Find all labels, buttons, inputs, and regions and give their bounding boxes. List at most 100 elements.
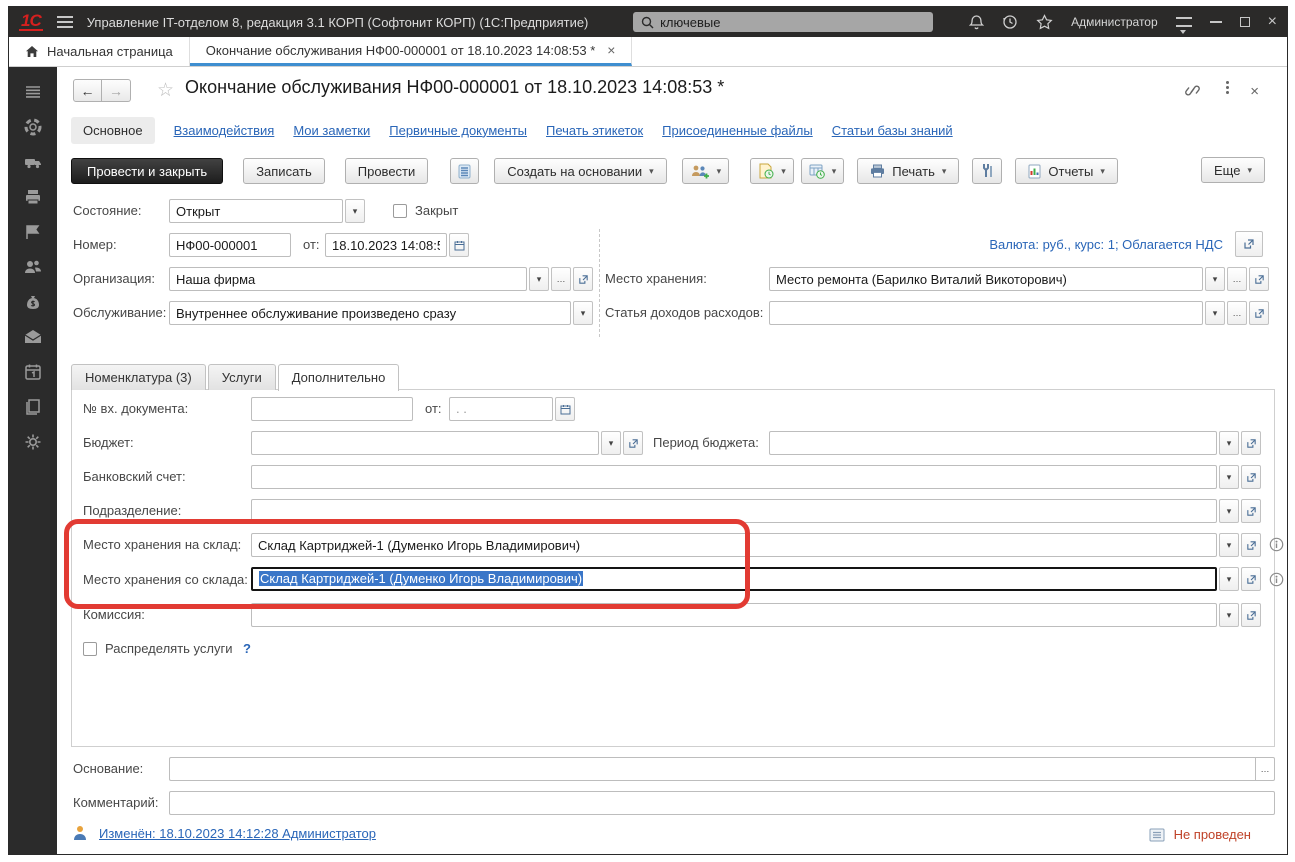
number-input[interactable] bbox=[169, 233, 291, 257]
form-close-icon[interactable]: × bbox=[1250, 83, 1259, 100]
incoming-doc-input[interactable] bbox=[251, 397, 413, 421]
budget-dropdown-button[interactable]: ▾ bbox=[601, 431, 621, 455]
nav-my-notes[interactable]: Мои заметки bbox=[293, 123, 370, 138]
commission-input[interactable] bbox=[251, 603, 1217, 627]
comment-input[interactable] bbox=[169, 791, 1275, 815]
currency-open-button[interactable] bbox=[1235, 231, 1263, 257]
favorites-star-icon[interactable] bbox=[1036, 14, 1053, 30]
forward-button[interactable]: → bbox=[102, 79, 131, 102]
nav-attached-files[interactable]: Присоединенные файлы bbox=[662, 123, 813, 138]
sidebar-item-mail[interactable] bbox=[22, 326, 44, 348]
basis-choose-button[interactable]: … bbox=[1255, 757, 1275, 781]
storage-input[interactable] bbox=[769, 267, 1203, 291]
history-icon[interactable] bbox=[1002, 14, 1018, 30]
more-button[interactable]: Еще ▾ bbox=[1201, 157, 1265, 183]
modified-link[interactable]: Изменён: 18.10.2023 14:12:28 Администрат… bbox=[99, 826, 376, 841]
sidebar-item-helpdesk[interactable] bbox=[22, 116, 44, 138]
window-minimize-button[interactable] bbox=[1210, 21, 1222, 23]
bank-account-open-button[interactable] bbox=[1241, 465, 1261, 489]
sidebar-item-tasks[interactable] bbox=[22, 221, 44, 243]
storage-choose-button[interactable]: … bbox=[1227, 267, 1247, 291]
bank-account-input[interactable] bbox=[251, 465, 1217, 489]
tab-home[interactable]: Начальная страница bbox=[9, 37, 190, 66]
currency-link[interactable]: Валюта: руб., курс: 1; Облагается НДС bbox=[989, 233, 1223, 257]
tab-document[interactable]: Окончание обслуживания НФ00-000001 от 18… bbox=[190, 37, 633, 66]
info-icon[interactable] bbox=[1269, 572, 1284, 590]
organization-dropdown-button[interactable]: ▾ bbox=[529, 267, 549, 291]
sidebar-item-settings[interactable] bbox=[22, 431, 44, 453]
post-button[interactable]: Провести bbox=[345, 158, 429, 184]
create-on-base-button[interactable]: Создать на основании ▾ bbox=[494, 158, 666, 184]
post-and-close-button[interactable]: Провести и закрыть bbox=[71, 158, 223, 184]
calendar-icon[interactable] bbox=[555, 397, 575, 421]
notifications-bell-icon[interactable] bbox=[969, 14, 984, 30]
reports-button[interactable]: Отчеты ▾ bbox=[1015, 158, 1117, 184]
commission-open-button[interactable] bbox=[1241, 603, 1261, 627]
department-input[interactable] bbox=[251, 499, 1217, 523]
department-dropdown-button[interactable]: ▾ bbox=[1219, 499, 1239, 523]
budget-period-dropdown-button[interactable]: ▾ bbox=[1219, 431, 1239, 455]
get-link-icon[interactable] bbox=[1184, 83, 1201, 101]
sidebar-item-calendar[interactable] bbox=[22, 361, 44, 383]
tab-additional[interactable]: Дополнительно bbox=[278, 364, 400, 391]
state-dropdown-button[interactable]: ▾ bbox=[345, 199, 365, 223]
save-button[interactable]: Записать bbox=[243, 158, 325, 184]
current-user[interactable]: Администратор bbox=[1071, 15, 1158, 29]
organization-input[interactable] bbox=[169, 267, 527, 291]
income-item-choose-button[interactable]: … bbox=[1227, 301, 1247, 325]
storage-from-warehouse-input[interactable]: Склад Картриджей-1 (Думенко Игорь Владим… bbox=[251, 567, 1217, 591]
register-records-button[interactable] bbox=[450, 158, 479, 184]
commission-dropdown-button[interactable]: ▾ bbox=[1219, 603, 1239, 627]
income-item-dropdown-button[interactable]: ▾ bbox=[1205, 301, 1225, 325]
service-tools-button[interactable] bbox=[972, 158, 1002, 184]
more-menu-kebab-icon[interactable] bbox=[1226, 81, 1229, 84]
nav-main[interactable]: Основное bbox=[71, 117, 155, 144]
date-input[interactable] bbox=[325, 233, 447, 257]
tab-close-icon[interactable]: × bbox=[607, 42, 615, 58]
window-maximize-button[interactable] bbox=[1240, 17, 1250, 27]
incoming-date-input[interactable]: . . bbox=[449, 397, 553, 421]
organization-open-button[interactable] bbox=[573, 267, 593, 291]
calendar-icon[interactable] bbox=[449, 233, 469, 257]
storage-to-dropdown-button[interactable]: ▾ bbox=[1219, 533, 1239, 557]
create-task-button[interactable]: ▾ bbox=[682, 158, 730, 184]
basis-input[interactable] bbox=[169, 757, 1255, 781]
state-input[interactable] bbox=[169, 199, 343, 223]
sidebar-item-documents[interactable] bbox=[22, 396, 44, 418]
service-dropdown-button[interactable]: ▾ bbox=[573, 301, 593, 325]
sidebar-item-desktop[interactable] bbox=[22, 81, 44, 103]
tab-services[interactable]: Услуги bbox=[208, 364, 276, 390]
budget-open-button[interactable] bbox=[623, 431, 643, 455]
global-search-input[interactable]: ключевые bbox=[633, 12, 933, 32]
tab-nomenclature[interactable]: Номенклатура (3) bbox=[71, 364, 206, 390]
main-menu-icon[interactable] bbox=[57, 16, 73, 28]
storage-from-dropdown-button[interactable]: ▾ bbox=[1219, 567, 1239, 591]
sidebar-item-employees[interactable] bbox=[22, 256, 44, 278]
back-button[interactable]: ← bbox=[73, 79, 102, 102]
sidebar-item-printing[interactable] bbox=[22, 186, 44, 208]
service-input[interactable] bbox=[169, 301, 571, 325]
distribute-services-checkbox[interactable] bbox=[83, 642, 97, 656]
department-open-button[interactable] bbox=[1241, 499, 1261, 523]
budget-input[interactable] bbox=[251, 431, 599, 455]
income-item-open-button[interactable] bbox=[1249, 301, 1269, 325]
budget-period-input[interactable] bbox=[769, 431, 1217, 455]
storage-from-open-button[interactable] bbox=[1241, 567, 1261, 591]
sidebar-item-finance[interactable] bbox=[22, 291, 44, 313]
service-menu-icon[interactable] bbox=[1176, 17, 1192, 27]
budget-period-open-button[interactable] bbox=[1241, 431, 1261, 455]
favorite-star-icon[interactable]: ☆ bbox=[157, 79, 174, 102]
storage-to-warehouse-input[interactable] bbox=[251, 533, 1217, 557]
bank-account-dropdown-button[interactable]: ▾ bbox=[1219, 465, 1239, 489]
storage-to-open-button[interactable] bbox=[1241, 533, 1261, 557]
nav-knowledge-base[interactable]: Статьи базы знаний bbox=[832, 123, 953, 138]
help-question-icon[interactable]: ? bbox=[243, 637, 251, 661]
print-button[interactable]: Печать ▾ bbox=[857, 158, 959, 184]
info-icon[interactable] bbox=[1269, 537, 1284, 555]
organization-choose-button[interactable]: … bbox=[551, 267, 571, 291]
income-item-input[interactable] bbox=[769, 301, 1203, 325]
storage-open-button[interactable] bbox=[1249, 267, 1269, 291]
reminder-button[interactable]: ▾ bbox=[750, 158, 794, 184]
storage-dropdown-button[interactable]: ▾ bbox=[1205, 267, 1225, 291]
closed-checkbox[interactable] bbox=[393, 204, 407, 218]
